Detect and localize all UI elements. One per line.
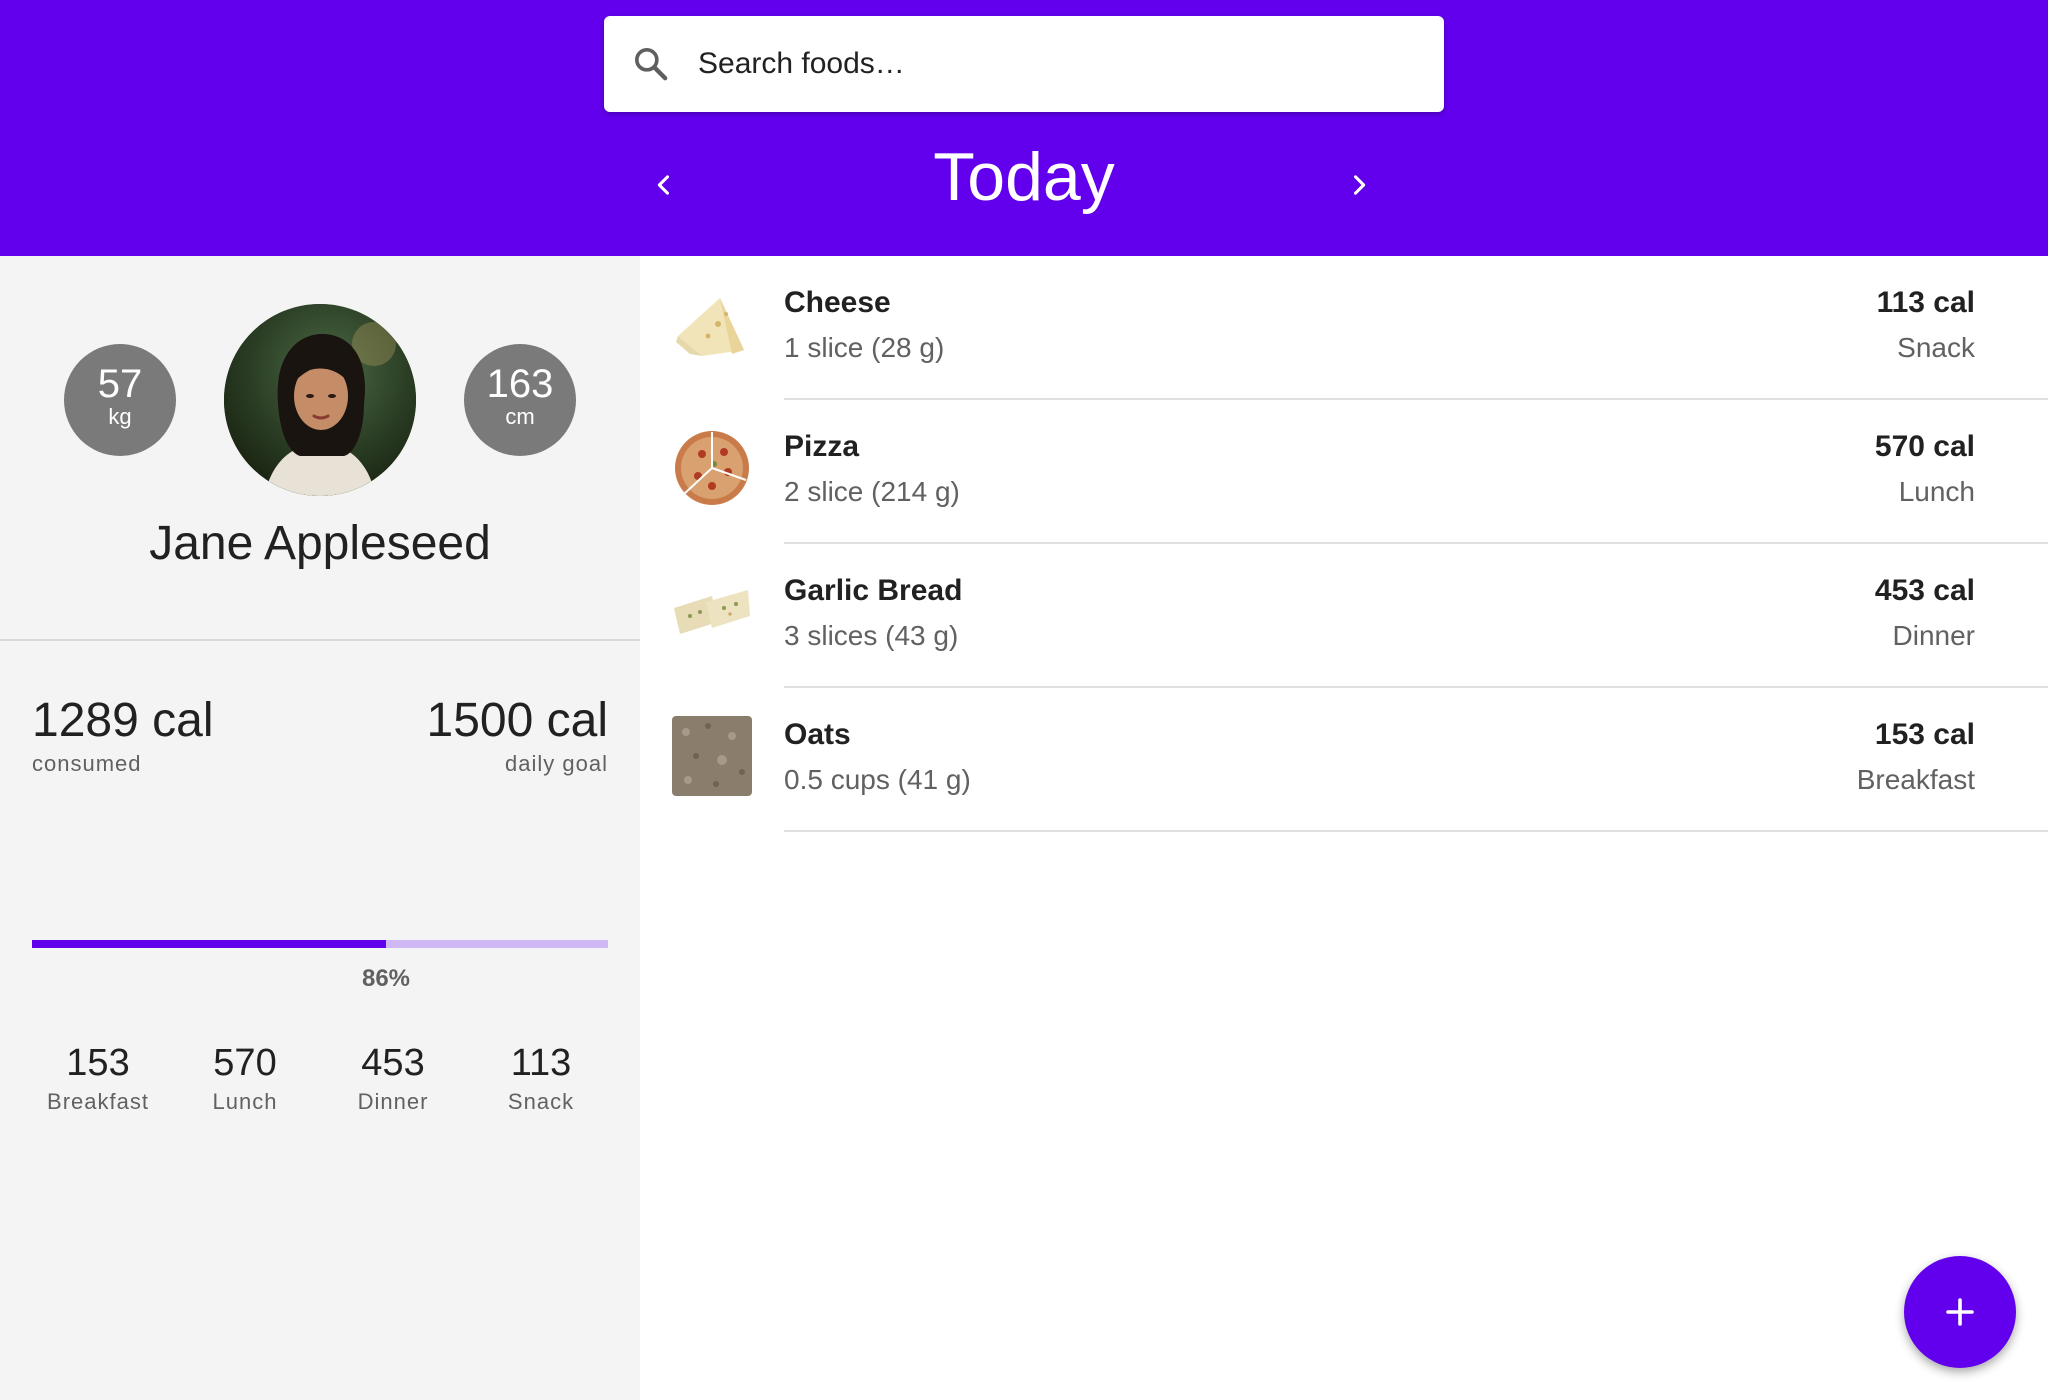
food-name: Pizza xyxy=(784,430,860,463)
food-calories: 453 cal xyxy=(1874,574,1975,607)
food-meal: Lunch xyxy=(1898,476,1975,507)
search-icon xyxy=(635,48,668,81)
meal-total-breakfast: 153 Breakfast xyxy=(24,1041,172,1115)
food-meal: Snack xyxy=(1897,332,1975,363)
goal-caption: daily goal xyxy=(505,751,608,776)
food-calories: 113 cal xyxy=(1876,286,1975,319)
avatar[interactable] xyxy=(224,304,416,496)
food-item-cheese[interactable]: Cheese 1 slice (28 g) 113 cal Snack xyxy=(640,256,2048,400)
meal-total-label: Snack xyxy=(507,1089,575,1114)
food-item-pizza[interactable]: Pizza 2 slice (214 g) 570 cal Lunch xyxy=(640,400,2048,544)
food-name: Garlic Bread xyxy=(784,574,963,607)
meal-total-value: 570 xyxy=(213,1042,277,1084)
food-portion: 2 slice (214 g) xyxy=(784,476,960,507)
food-portion: 0.5 cups (41 g) xyxy=(784,764,971,795)
food-portion: 1 slice (28 g) xyxy=(784,332,945,363)
food-item-oats[interactable]: Oats 0.5 cups (41 g) 153 cal Breakfast xyxy=(640,688,2048,832)
height-unit: cm xyxy=(505,404,535,429)
garlic-bread-thumbnail xyxy=(674,590,750,634)
weight-value: 57 xyxy=(97,362,143,406)
meal-total-value: 153 xyxy=(66,1042,130,1084)
meal-total-snack: 113 Snack xyxy=(467,1041,615,1115)
food-meal: Dinner xyxy=(1892,620,1975,651)
weight-badge: 57 kg xyxy=(64,344,176,456)
food-portion: 3 slices (43 g) xyxy=(784,620,959,651)
food-name: Oats xyxy=(784,718,851,751)
height-badge: 163 cm xyxy=(464,344,576,456)
consumed-caption: consumed xyxy=(32,751,142,776)
consumed-value: 1289 cal xyxy=(32,694,214,747)
plus-icon xyxy=(1946,1298,1974,1326)
search-bar[interactable] xyxy=(604,16,1444,112)
food-calories: 570 cal xyxy=(1874,430,1975,463)
food-name: Cheese xyxy=(784,286,891,319)
meal-total-value: 453 xyxy=(361,1042,425,1084)
meal-totals: 153 Breakfast 570 Lunch 453 Dinner 113 S… xyxy=(0,1041,640,1121)
height-value: 163 xyxy=(486,362,554,406)
date-navigator: Today xyxy=(604,130,1444,240)
food-calories: 153 cal xyxy=(1874,718,1975,751)
date-title: Today xyxy=(933,139,1115,215)
search-input[interactable] xyxy=(698,34,1444,94)
meal-total-label: Lunch xyxy=(212,1089,278,1114)
food-meal: Breakfast xyxy=(1856,764,1975,795)
user-name: Jane Appleseed xyxy=(149,517,491,570)
progress-percent: 86% xyxy=(361,965,411,992)
meal-total-value: 113 xyxy=(510,1042,572,1084)
chevron-right-icon xyxy=(1353,175,1366,195)
profile-card: 57 kg 163 cm Jane Appleseed xyxy=(0,256,640,641)
weight-unit: kg xyxy=(108,404,132,429)
calorie-progress-bar xyxy=(32,940,608,948)
cheese-thumbnail xyxy=(676,298,744,356)
meal-total-dinner: 453 Dinner xyxy=(319,1041,467,1115)
food-log-list: Cheese 1 slice (28 g) 113 cal Snack Pizz… xyxy=(640,256,2048,832)
app-root: Today 57 kg xyxy=(0,0,2048,1400)
meal-total-label: Dinner xyxy=(357,1089,429,1114)
calorie-summary: 1289 cal consumed 1500 cal daily goal 86… xyxy=(0,641,640,1400)
header-bar: Today xyxy=(0,0,2048,256)
pizza-thumbnail xyxy=(675,431,749,505)
divider xyxy=(784,830,2048,832)
goal-value: 1500 cal xyxy=(426,694,608,747)
avatar-photo xyxy=(224,304,416,496)
meal-total-lunch: 570 Lunch xyxy=(171,1041,319,1115)
next-day-button[interactable] xyxy=(1324,150,1394,220)
goal-block: 1500 cal daily goal xyxy=(427,693,608,777)
meal-total-label: Breakfast xyxy=(47,1089,149,1114)
add-food-button[interactable] xyxy=(1904,1256,2016,1368)
oats-thumbnail xyxy=(672,716,752,796)
profile-panel: 57 kg 163 cm Jane Appleseed 1289 cal con… xyxy=(0,256,640,1400)
calorie-progress-fill xyxy=(32,940,387,948)
food-item-garlic-bread[interactable]: Garlic Bread 3 slices (43 g) 453 cal Din… xyxy=(640,544,2048,688)
consumed-block: 1289 cal consumed xyxy=(32,693,213,777)
